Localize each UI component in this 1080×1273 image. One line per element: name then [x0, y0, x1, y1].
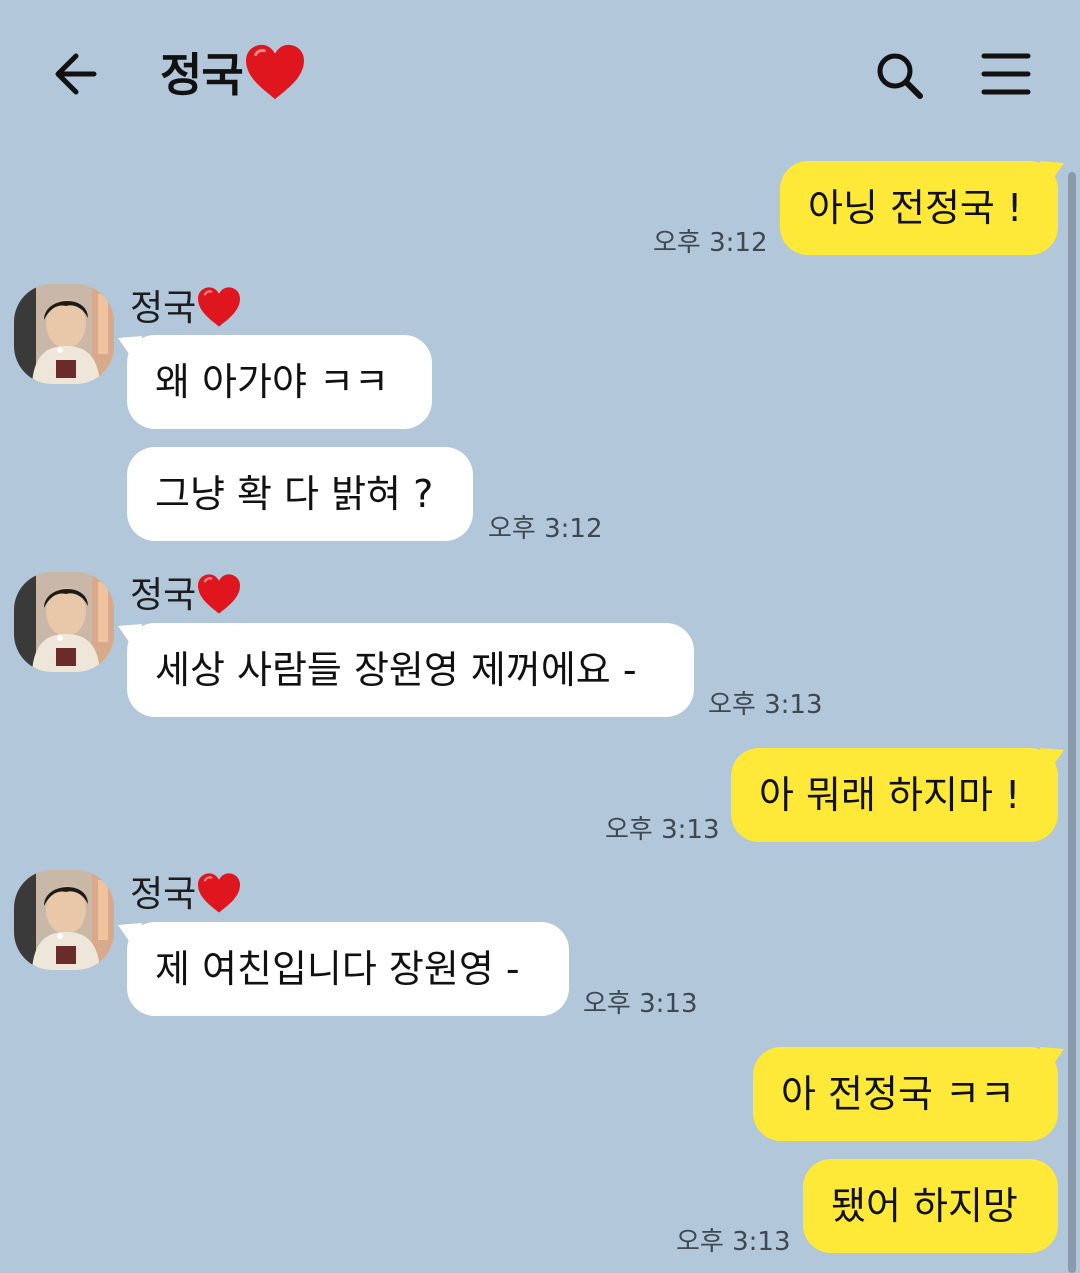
their-message-bubble[interactable]: 그냥 확 다 밝혀 ?: [127, 447, 473, 541]
bubble-tail: [1040, 748, 1064, 776]
bubble-tail: [1040, 1047, 1064, 1075]
avatar[interactable]: [14, 870, 114, 970]
search-button[interactable]: [872, 48, 928, 104]
message-text: 아 뭐래 하지마 !: [759, 773, 1021, 817]
arrow-left-icon: [55, 53, 97, 95]
sender-name-text: 정국: [130, 288, 197, 329]
their-message-bubble[interactable]: 왜 아가야 ㅋㅋ: [127, 335, 432, 429]
message-text: 아닝 전정국 !: [808, 186, 1023, 230]
their-message-bubble[interactable]: 세상 사람들 장원영 제꺼에요 -: [127, 623, 694, 717]
message-time: 오후 3:13: [605, 815, 720, 845]
sender-name: 정국: [130, 872, 242, 915]
my-message-bubble[interactable]: 됐어 하지망: [803, 1159, 1058, 1253]
avatar[interactable]: [14, 572, 114, 672]
back-button[interactable]: [48, 46, 108, 102]
my-message-bubble[interactable]: 아 뭐래 하지마 !: [731, 748, 1058, 842]
message-time: 오후 3:12: [653, 228, 768, 258]
sender-name-text: 정국: [130, 575, 197, 616]
my-message-bubble[interactable]: 아닝 전정국 !: [780, 161, 1058, 255]
menu-button[interactable]: [980, 50, 1032, 98]
sender-name-text: 정국: [130, 874, 197, 915]
my-message-bubble[interactable]: 아 전정국 ㅋㅋ: [753, 1047, 1058, 1141]
message-time: 오후 3:13: [676, 1227, 791, 1257]
sender-name: 정국: [130, 286, 242, 329]
avatar[interactable]: [14, 284, 114, 384]
message-text: 왜 아가야 ㅋㅋ: [155, 360, 389, 404]
message-time: 오후 3:12: [488, 514, 603, 544]
message-time: 오후 3:13: [583, 989, 698, 1019]
heart-icon: [196, 573, 242, 615]
chat-header: 정국: [0, 0, 1080, 150]
bubble-tail: [1040, 161, 1064, 189]
search-icon: [877, 53, 923, 99]
chat-title: 정국: [160, 40, 307, 110]
message-text: 그냥 확 다 밝혀 ?: [155, 472, 434, 516]
their-message-bubble[interactable]: 제 여친입니다 장원영 -: [127, 922, 569, 1016]
heart-icon: [243, 43, 307, 101]
hamburger-menu-icon: [981, 53, 1031, 95]
message-text: 세상 사람들 장원영 제꺼에요 -: [155, 648, 637, 692]
sender-name: 정국: [130, 573, 242, 616]
chat-title-text: 정국: [160, 48, 244, 102]
message-text: 아 전정국 ㅋㅋ: [781, 1072, 1015, 1116]
scrollbar[interactable]: [1068, 172, 1076, 1273]
heart-icon: [196, 872, 242, 914]
heart-icon: [196, 286, 242, 328]
message-text: 됐어 하지망: [831, 1184, 1018, 1228]
message-text: 제 여친입니다 장원영 -: [155, 947, 520, 991]
message-time: 오후 3:13: [708, 690, 823, 720]
